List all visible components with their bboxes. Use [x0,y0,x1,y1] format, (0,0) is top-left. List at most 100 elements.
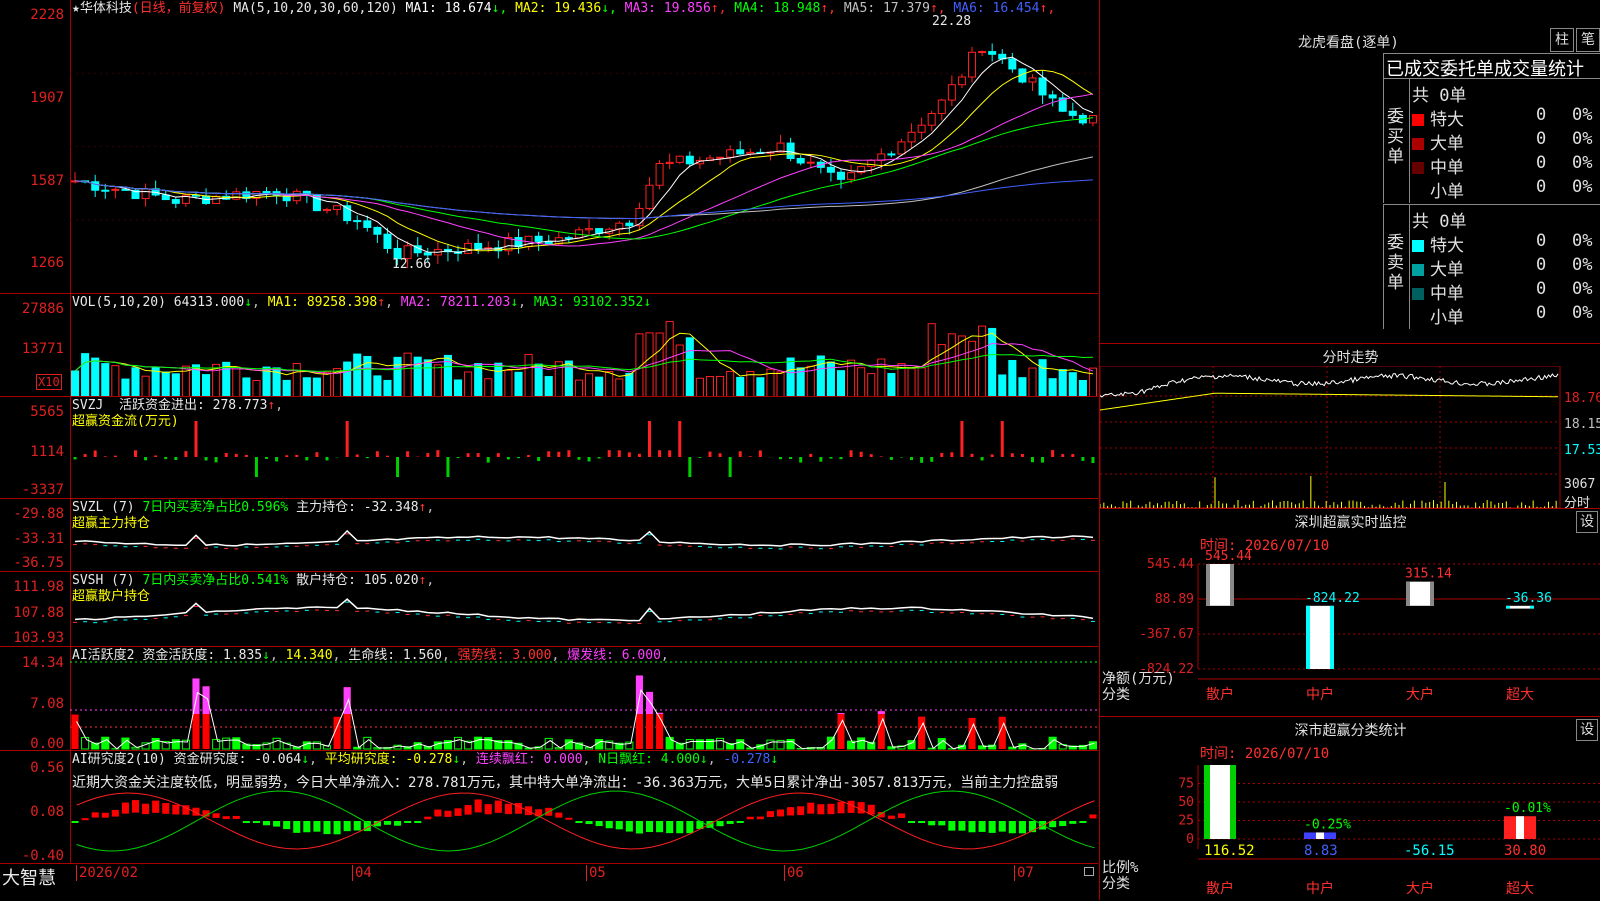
candle [918,118,925,140]
research-bar [989,821,996,833]
candle [938,99,945,121]
research-bar [1019,821,1026,833]
candle [928,111,935,131]
activity-bar [858,738,865,749]
volume-bar [162,372,169,397]
research-bar [515,803,522,814]
activity-chart[interactable] [70,647,1098,751]
color-swatch [1412,312,1424,324]
y-tick: -3337 [22,483,64,497]
candle [354,215,361,229]
candle [1059,94,1066,112]
candle [979,50,986,56]
y-tick: 7.08 [30,697,64,711]
sell-side-label: 委卖单 [1387,233,1407,293]
candle [948,75,955,106]
order-row: 特大 [1412,231,1464,256]
candle [656,160,663,189]
intraday-chart[interactable] [1100,366,1600,508]
candle [344,201,351,224]
research-bar [686,821,693,833]
order-row: 中单 [1412,279,1464,304]
candle [777,135,784,153]
tick-view-button[interactable]: 笔 [1576,28,1600,52]
x-label: 07 [1014,865,1034,881]
volume-bar [817,356,824,397]
activity-peak [636,675,643,714]
x-label: 06 [784,865,804,881]
svzl-pane[interactable]: SVZL (7) 7日内买卖净占比0.596% 主力持仓: -32.348↑, … [70,498,1098,572]
volume-bar [465,372,472,397]
bar-view-button[interactable]: 柱 [1550,28,1574,52]
vol-y-axis: 27886 13771 X10 [0,293,71,397]
volume-bar [253,380,260,397]
research-bar [807,803,814,814]
lock-icon[interactable] [1084,867,1094,876]
buy-side-label: 委买单 [1387,107,1407,167]
activity-bar [475,737,482,749]
classify-ytick: 75 [1178,777,1194,792]
research-bar [404,821,411,823]
candle [152,181,159,197]
research-bar [626,821,633,832]
order-count: 0 [1536,231,1546,251]
classify-category: 散户 [1206,880,1234,897]
x-label: 04 [352,865,372,881]
ma-line [75,70,1093,250]
volume-bar [1039,360,1046,397]
candle [324,208,331,214]
kline-chart[interactable] [70,0,1098,293]
y-tick: 103.93 [13,631,64,645]
volume-bar [586,374,593,397]
research-bar [747,817,754,820]
main-position-chart[interactable] [70,499,1098,572]
activity-bar [82,737,89,749]
candle [112,187,119,198]
activity-bar [223,738,230,749]
volume-bar [243,378,250,397]
color-swatch [1412,288,1424,300]
ai1-pane[interactable]: AI活跃度2 资金活跃度: 1.835↓, 14.340, 生命线: 1.560… [70,646,1098,751]
research-bar [817,804,824,814]
candle [868,159,875,174]
svzj-pane[interactable]: SVZJ 活跃资金进出: 278.773↑, 超赢资金流(万元) [70,396,1098,499]
volume-bar [404,353,411,397]
right-panel: 龙虎看盘(逐单) 柱 笔 已成交委托单 成交量统计 委买单 共 0单 特大00%… [1099,0,1600,900]
volume-chart[interactable] [70,294,1098,397]
monitor-chart[interactable]: 545.4488.89-367.67-824.22545.44散户-824.22… [1100,509,1600,717]
buy-divider [1409,79,1410,203]
order-row: 小单 [1412,303,1464,328]
activity-bar [717,738,724,749]
research-chart[interactable] [70,751,1098,864]
research-bar [979,821,986,832]
volume-bar [888,373,895,397]
research-bar [394,821,401,826]
volume-bar [727,371,734,397]
fund-flow-chart[interactable] [70,397,1098,499]
ai2-pane[interactable]: AI研究度2(10) 资金研究度: -0.064↓, 平均研究度: -0.278… [70,750,1098,864]
order-count: 0 [1536,279,1546,299]
candle [72,172,79,183]
volume-bar [616,379,623,397]
svsh-pane[interactable]: SVSH (7) 7日内买卖净占比0.541% 散户持仓: 105.020↑, … [70,571,1098,647]
volume-bar [837,371,844,397]
activity-bar [1089,742,1096,749]
candle [243,187,250,202]
intra-avg-line [1100,393,1558,410]
classify-chart[interactable]: 7550250116.52散户-0.25%8.83中户-56.15大户-0.01… [1100,717,1600,901]
candle [1049,91,1056,107]
vol-pane[interactable]: VOL(5,10,20) 64313.000↓, MA1: 89258.398↑… [70,293,1098,397]
research-bar [848,801,855,813]
kline-pane[interactable]: ★华体科技(日线，前复权) MA(5,10,20,30,60,120) MA1:… [70,0,1098,293]
order-type: 特大 [1430,236,1464,256]
order-type: 特大 [1430,110,1464,130]
y-tick: 1266 [30,256,64,270]
order-type: 中单 [1430,284,1464,304]
classify-category: 超大 [1506,881,1534,897]
monitor-category: 大户 [1406,686,1434,703]
retail-position-chart[interactable] [70,572,1098,647]
volume-bar [203,375,210,397]
activity-bar [172,740,179,749]
intra-ytick: 18.76 [1564,391,1600,406]
volume-bar [112,366,119,397]
